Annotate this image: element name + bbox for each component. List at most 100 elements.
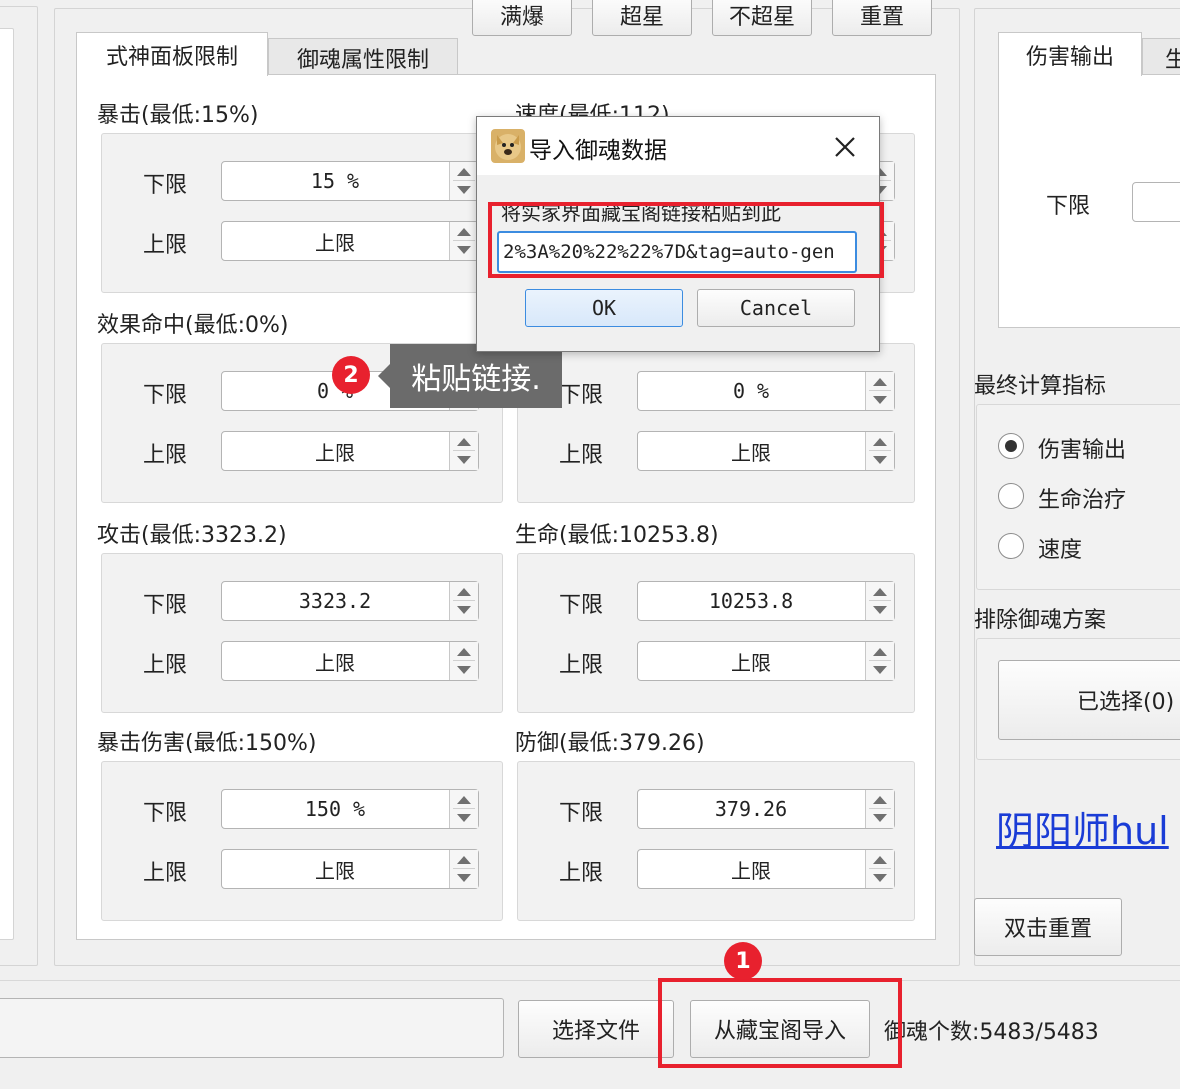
hp-lower-value: 10253.8 xyxy=(708,589,794,613)
critdmg-title: 暴击伤害(最低:150%) xyxy=(97,731,317,756)
def-title: 防御(最低:379.26) xyxy=(515,731,705,756)
atk-lower-stepper[interactable] xyxy=(449,582,478,620)
left-outer-frame xyxy=(0,6,38,966)
hp-upper-spinbox[interactable]: 上限 xyxy=(637,641,895,681)
full-button[interactable]: 满爆 xyxy=(472,0,572,36)
resist-upper-spinbox[interactable]: 上限 xyxy=(637,431,895,471)
paste-link-tooltip: 粘贴链接. xyxy=(390,344,562,408)
soul-count-label: 御魂个数:5483/5483 xyxy=(884,1020,1099,1045)
crit-upper-label: 上限 xyxy=(143,233,188,258)
file-path-field[interactable] xyxy=(0,998,504,1058)
right-lower-label: 下限 xyxy=(1046,194,1091,219)
hit-upper-value: 上限 xyxy=(315,440,355,465)
metric-label-speed: 速度 xyxy=(1038,538,1083,563)
resist-upper-value: 上限 xyxy=(731,440,771,465)
metric-radio-heal[interactable] xyxy=(998,483,1024,509)
step-1-badge: 1 xyxy=(724,942,762,980)
metric-radio-speed[interactable] xyxy=(998,533,1024,559)
crit-upper-value: 上限 xyxy=(315,230,355,255)
crit-lower-spinbox[interactable]: 15 % xyxy=(221,161,479,201)
atk-upper-value: 上限 xyxy=(315,650,355,675)
dialog-close-icon[interactable] xyxy=(827,129,863,165)
tab-heal-partial[interactable]: 生 xyxy=(1142,38,1180,76)
def-lower-value: 379.26 xyxy=(714,797,788,821)
resist-group xyxy=(517,343,915,503)
super-star-button[interactable]: 超星 xyxy=(592,0,692,36)
highlight-link-input xyxy=(488,202,884,278)
resist-lower-label: 下限 xyxy=(559,383,604,408)
critdmg-lower-label: 下限 xyxy=(143,801,188,826)
no-super-star-button[interactable]: 不超星 xyxy=(712,0,812,36)
hp-group xyxy=(517,553,915,713)
def-lower-label: 下限 xyxy=(559,801,604,826)
hp-upper-stepper[interactable] xyxy=(865,642,894,680)
dialog-title: 导入御魂数据 xyxy=(529,138,667,164)
critdmg-upper-spinbox[interactable]: 上限 xyxy=(221,849,479,889)
resist-upper-stepper[interactable] xyxy=(865,432,894,470)
double-click-reset-button[interactable]: 双击重置 xyxy=(974,898,1122,956)
metric-label-heal: 生命治疗 xyxy=(1038,488,1127,513)
critdmg-lower-stepper[interactable] xyxy=(449,790,478,828)
metric-label-damage: 伤害输出 xyxy=(1038,438,1127,463)
bottom-divider xyxy=(0,980,1180,981)
hp-lower-label: 下限 xyxy=(559,593,604,618)
atk-lower-label: 下限 xyxy=(143,593,188,618)
crit-upper-spinbox[interactable]: 上限 xyxy=(221,221,479,261)
tab-panel-limit[interactable]: 式神面板限制 xyxy=(76,32,268,76)
selected-plans-button[interactable]: 已选择(0) xyxy=(998,660,1180,740)
def-upper-value: 上限 xyxy=(731,858,771,883)
choose-file-button[interactable]: 选择文件 xyxy=(518,1000,674,1058)
highlight-import-button xyxy=(658,978,902,1068)
atk-group xyxy=(101,553,503,713)
atk-lower-value: 3323.2 xyxy=(298,589,372,613)
right-lower-input[interactable] xyxy=(1132,182,1180,222)
crit-upper-stepper[interactable] xyxy=(449,222,478,260)
reset-button[interactable]: 重置 xyxy=(832,0,932,36)
crit-title: 暴击(最低:15%) xyxy=(97,103,259,128)
hit-upper-spinbox[interactable]: 上限 xyxy=(221,431,479,471)
resist-lower-value: 0 % xyxy=(732,379,770,403)
hit-upper-stepper[interactable] xyxy=(449,432,478,470)
critdmg-group xyxy=(101,761,503,921)
paste-link-tooltip-text: 粘贴链接. xyxy=(411,362,541,397)
def-upper-label: 上限 xyxy=(559,861,604,886)
step-2-badge: 2 xyxy=(332,356,370,394)
atk-upper-stepper[interactable] xyxy=(449,642,478,680)
def-lower-stepper[interactable] xyxy=(865,790,894,828)
crit-lower-value: 15 % xyxy=(310,169,360,193)
tooltip-pointer xyxy=(378,364,390,388)
hp-upper-label: 上限 xyxy=(559,653,604,678)
doge-app-icon xyxy=(491,129,525,163)
resist-lower-spinbox[interactable]: 0 % xyxy=(637,371,895,411)
def-lower-spinbox[interactable]: 379.26 xyxy=(637,789,895,829)
hp-upper-value: 上限 xyxy=(731,650,771,675)
atk-title: 攻击(最低:3323.2) xyxy=(97,523,287,548)
atk-lower-spinbox[interactable]: 3323.2 xyxy=(221,581,479,621)
ok-button[interactable]: OK xyxy=(525,289,683,327)
critdmg-upper-label: 上限 xyxy=(143,861,188,886)
exclude-title: 排除御魂方案 xyxy=(974,608,1107,633)
crit-group xyxy=(101,133,503,293)
tab-soul-attr-limit[interactable]: 御魂属性限制 xyxy=(268,38,458,76)
metric-title: 最终计算指标 xyxy=(974,374,1107,399)
atk-upper-spinbox[interactable]: 上限 xyxy=(221,641,479,681)
hit-upper-label: 上限 xyxy=(143,443,188,468)
metric-radio-damage[interactable] xyxy=(998,433,1024,459)
hp-title: 生命(最低:10253.8) xyxy=(515,523,719,548)
crit-lower-stepper[interactable] xyxy=(449,162,478,200)
hit-title: 效果命中(最低:0%) xyxy=(97,313,289,338)
hp-lower-spinbox[interactable]: 10253.8 xyxy=(637,581,895,621)
resist-lower-stepper[interactable] xyxy=(865,372,894,410)
def-upper-spinbox[interactable]: 上限 xyxy=(637,849,895,889)
crit-lower-label: 下限 xyxy=(143,173,188,198)
yys-link[interactable]: 阴阳师hul xyxy=(996,800,1169,855)
critdmg-lower-spinbox[interactable]: 150 % xyxy=(221,789,479,829)
hit-lower-label: 下限 xyxy=(143,383,188,408)
critdmg-upper-stepper[interactable] xyxy=(449,850,478,888)
hp-lower-stepper[interactable] xyxy=(865,582,894,620)
def-upper-stepper[interactable] xyxy=(865,850,894,888)
tab-damage-output[interactable]: 伤害输出 xyxy=(998,32,1142,76)
critdmg-lower-value: 150 % xyxy=(304,797,366,821)
atk-upper-label: 上限 xyxy=(143,653,188,678)
cancel-button[interactable]: Cancel xyxy=(697,289,855,327)
